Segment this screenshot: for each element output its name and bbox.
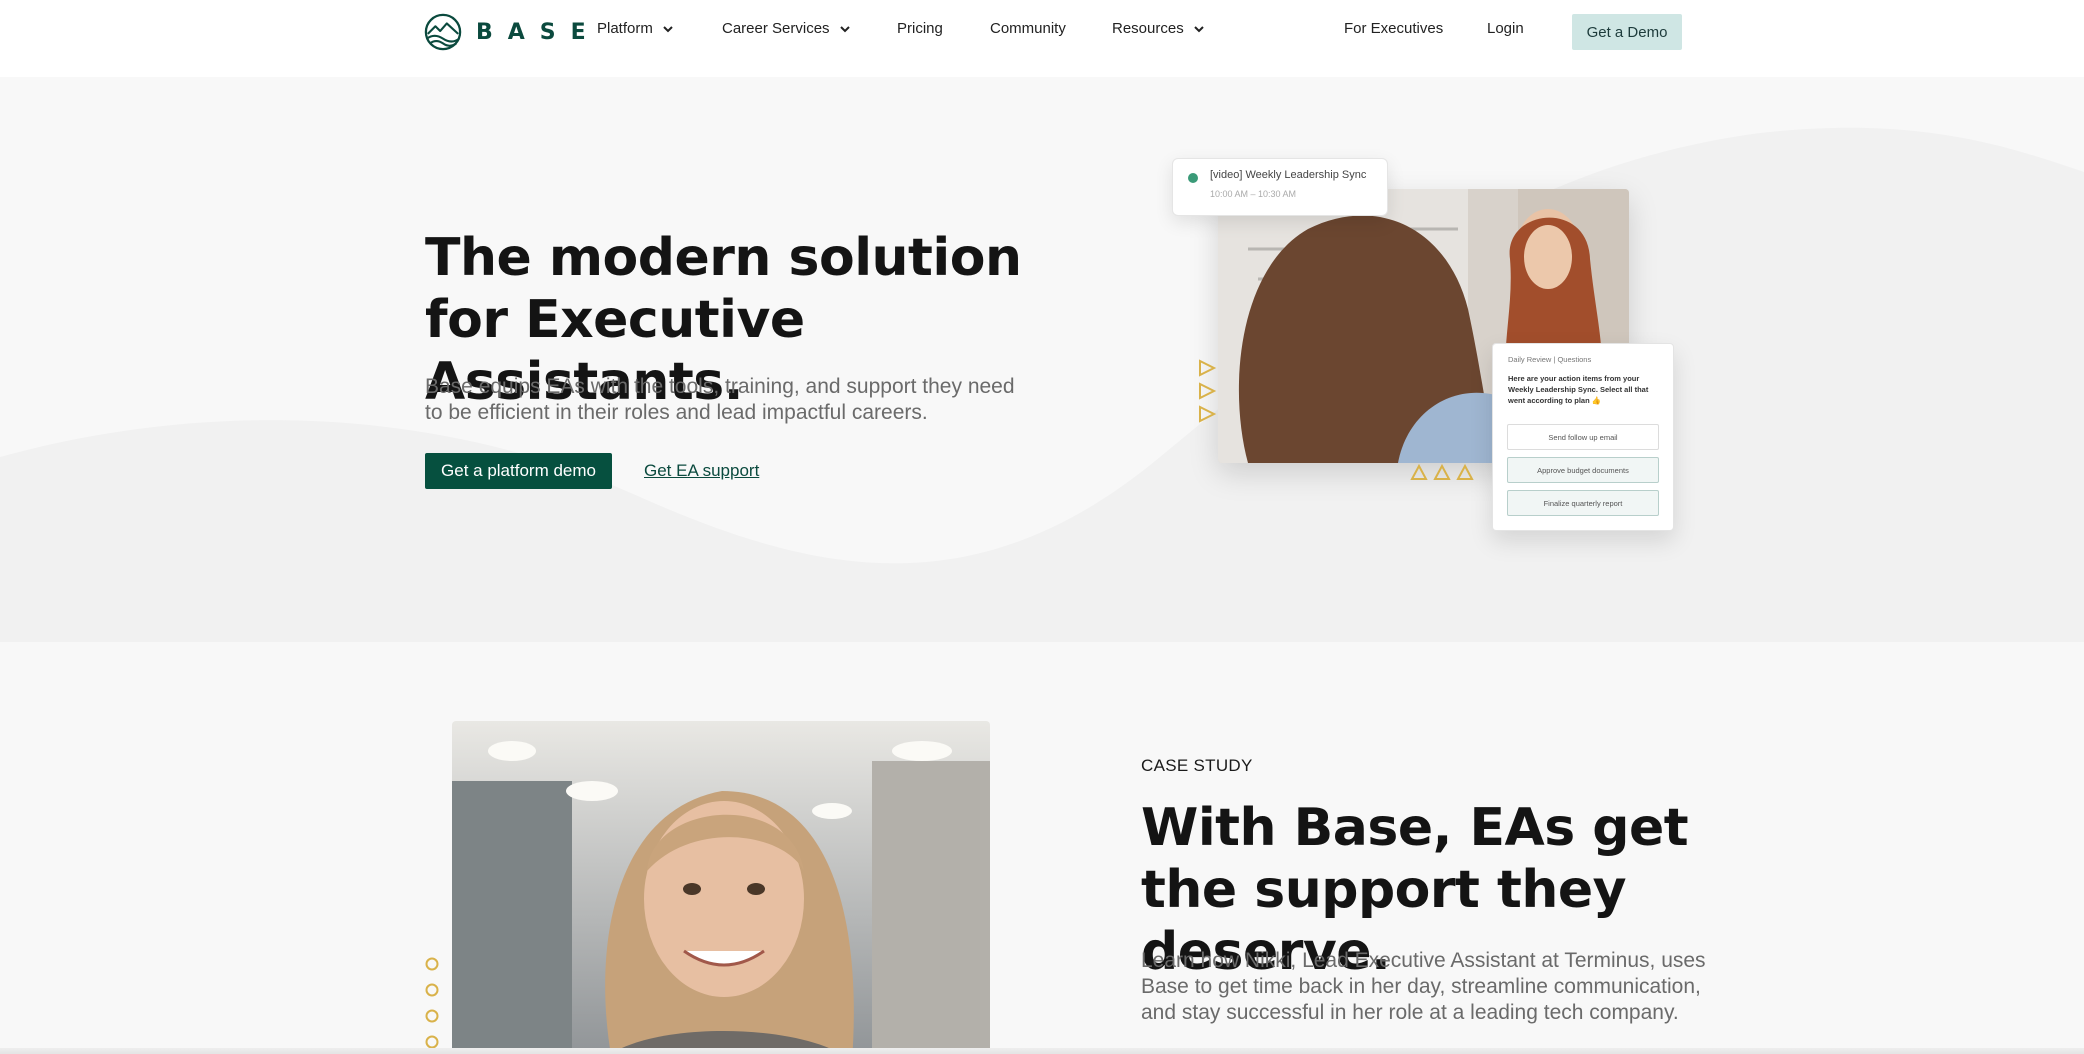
get-ea-support-link[interactable]: Get EA support [644, 461, 759, 481]
review-option-approve-budget[interactable]: Approve budget documents [1507, 457, 1659, 483]
logo-mountain-icon [424, 13, 462, 51]
nav-career-services-label: Career Services [722, 20, 830, 37]
hero-description: Base equips EAs with the tools, training… [425, 375, 1015, 424]
nav-community-label: Community [990, 20, 1066, 37]
triangle-decoration-vertical [1199, 359, 1217, 423]
daily-review-card: Daily Review | Questions Here are your a… [1492, 343, 1674, 531]
nav-login[interactable]: Login [1487, 20, 1524, 37]
nav-community[interactable]: Community [990, 20, 1066, 37]
meeting-title: [video] Weekly Leadership Sync [1210, 169, 1367, 181]
chevron-down-icon [1193, 25, 1204, 32]
case-study-section: CASE STUDY With Base, EAs get the suppor… [0, 642, 2084, 1054]
page-bottom-edge [0, 1048, 2084, 1054]
case-study-description: Learn how Nikki, Lead Executive Assistan… [1141, 949, 1706, 1024]
chevron-down-icon [839, 25, 850, 32]
review-option-finalize-report[interactable]: Finalize quarterly report [1507, 490, 1659, 516]
review-option-send-email[interactable]: Send follow up email [1507, 424, 1659, 450]
nav-pricing-label: Pricing [897, 20, 943, 37]
chevron-down-icon [663, 25, 673, 32]
get-platform-demo-button[interactable]: Get a platform demo [425, 453, 612, 489]
nav-platform[interactable]: Platform [597, 20, 675, 37]
nikki-portrait-illustration [452, 721, 990, 1054]
daily-review-header: Daily Review | Questions [1508, 355, 1592, 364]
hero-section: The modern solution for Executive Assist… [0, 77, 2084, 642]
daily-review-prompt: Here are your action items from your Wee… [1508, 374, 1649, 405]
nav-login-label: Login [1487, 20, 1524, 37]
get-a-demo-button[interactable]: Get a Demo [1572, 14, 1682, 50]
nav-platform-label: Platform [597, 20, 653, 37]
case-study-eyebrow: CASE STUDY [1141, 756, 1253, 775]
triangle-decoration-horizontal [1410, 463, 1474, 480]
nav-resources[interactable]: Resources [1112, 20, 1206, 37]
nav-career-services[interactable]: Career Services [722, 20, 852, 37]
nav-for-executives[interactable]: For Executives [1344, 20, 1443, 37]
meeting-event-card: [video] Weekly Leadership Sync 10:00 AM … [1172, 158, 1388, 216]
meeting-time: 10:00 AM – 10:30 AM [1210, 189, 1297, 199]
nav-for-executives-label: For Executives [1344, 20, 1444, 37]
nav-pricing[interactable]: Pricing [897, 20, 943, 37]
logo-link[interactable]: BASE [424, 12, 601, 52]
meeting-status-dot [1188, 173, 1198, 183]
logo-wordmark: BASE [476, 19, 601, 45]
nav-resources-label: Resources [1112, 20, 1184, 37]
case-study-photo [452, 721, 990, 1054]
site-header: BASE Platform Career Services Pricing Co… [0, 0, 2084, 77]
circle-dots-decoration [425, 957, 439, 1049]
